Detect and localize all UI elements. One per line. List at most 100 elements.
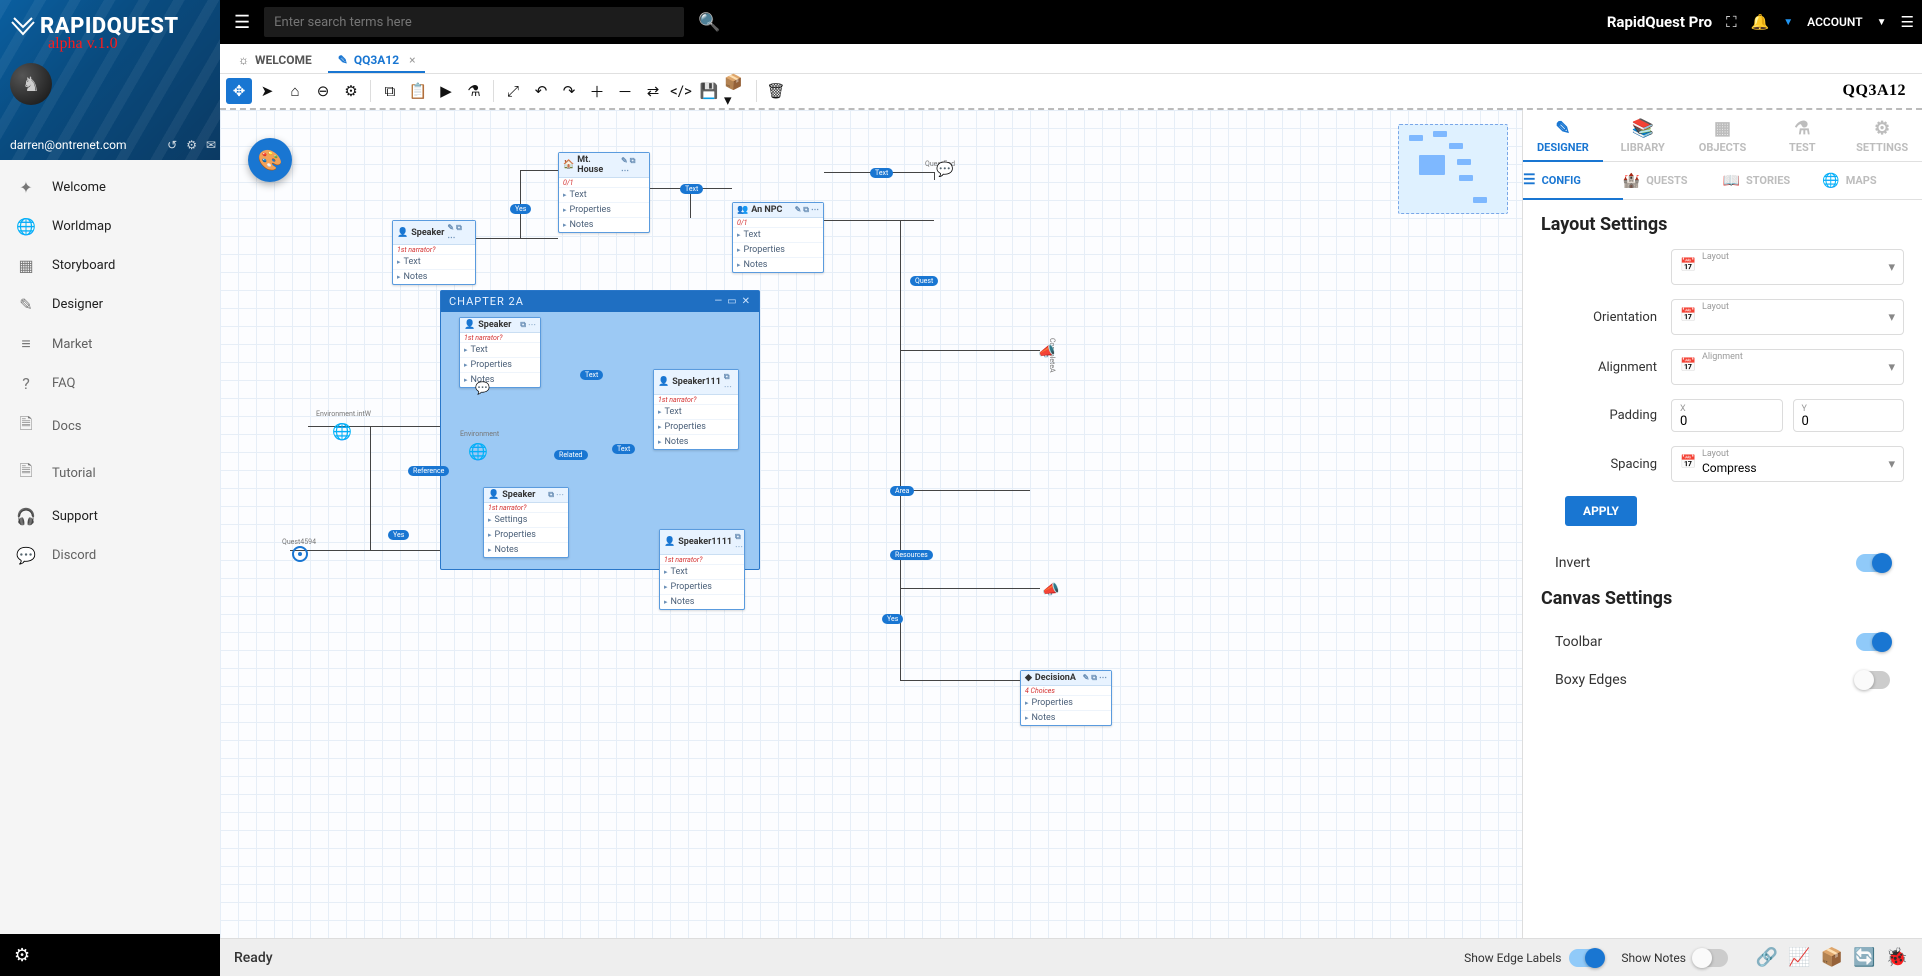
save-icon[interactable]: 💾	[696, 78, 722, 104]
orientation-select[interactable]: 📅 Layout ▾	[1671, 299, 1904, 335]
gear-icon[interactable]: ⚙	[338, 78, 364, 104]
avatar[interactable]: ♞	[10, 63, 52, 105]
sidebar-item-docs[interactable]: 🗎Docs	[0, 403, 220, 450]
panel-tab-settings[interactable]: ⚙SETTINGS	[1842, 110, 1922, 161]
fullscreen-icon[interactable]: ⛶	[1726, 13, 1737, 31]
speaker-end-icon[interactable]: 📣	[1042, 582, 1059, 598]
boxy-edges-switch[interactable]	[1856, 671, 1890, 689]
sidebar-item-discord[interactable]: 💬Discord	[0, 536, 220, 575]
minus-icon[interactable]: －	[612, 78, 638, 104]
canvas-node[interactable]: 👤 Speaker⧉ ⋯ 1st narrator? Text Properti…	[459, 317, 541, 388]
refresh-icon[interactable]: 🔄	[1853, 947, 1875, 968]
search-icon[interactable]: 🔍	[692, 8, 726, 37]
target-icon[interactable]	[292, 546, 308, 562]
canvas-node[interactable]: ◆ DecisionA✎ ⧉ ⋯ 4 Choices Properties No…	[1020, 670, 1112, 726]
toolbar-switch[interactable]	[1856, 633, 1890, 651]
sidebar-item-tutorial[interactable]: 🗎Tutorial	[0, 450, 220, 497]
invert-switch[interactable]	[1856, 554, 1890, 572]
sidebar-item-storyboard[interactable]: ▦Storyboard	[0, 246, 220, 285]
panel-subtab-maps[interactable]: 🌐MAPS	[1822, 162, 1922, 199]
spacing-select[interactable]: 📅 Layout Compress▾	[1671, 446, 1904, 482]
file-tab-qq3a12[interactable]: ✎QQ3A12×	[328, 47, 426, 73]
history-icon[interactable]: ↺	[167, 138, 177, 152]
file-tabs: ☼WELCOME✎QQ3A12×	[220, 44, 1922, 74]
close-icon[interactable]: ×	[409, 53, 415, 67]
home-icon[interactable]: ⌂	[282, 78, 308, 104]
sidebar-item-market[interactable]: ≡Market	[0, 324, 220, 364]
minimap[interactable]	[1398, 124, 1508, 214]
show-notes-switch[interactable]	[1694, 949, 1728, 967]
move-tool-icon[interactable]: ✥	[226, 78, 252, 104]
copy-icon[interactable]: ⧉	[377, 78, 403, 104]
more-menu-icon[interactable]: ☰	[1901, 13, 1914, 31]
settings-icon[interactable]: ⚙	[186, 138, 197, 152]
panel-subtab-config[interactable]: ☰CONFIG	[1523, 162, 1623, 200]
panel-tab-test[interactable]: ⚗TEST	[1762, 110, 1842, 161]
tutorial-icon: 🗎	[16, 460, 36, 487]
file-tab-welcome[interactable]: ☼WELCOME	[228, 47, 322, 73]
mail-icon[interactable]: ✉	[206, 138, 216, 152]
toolbar-label: Toolbar	[1555, 634, 1602, 650]
panel-tab-designer[interactable]: ✎DESIGNER	[1523, 110, 1603, 162]
canvas-node[interactable]: 👥 An NPC✎ ⧉ ⋯ 0/1 Text Properties Notes	[732, 202, 824, 273]
alignment-select[interactable]: 📅 Alignment ▾	[1671, 349, 1904, 385]
palette-fab-icon[interactable]: 🎨	[248, 138, 292, 182]
storyboard-icon: ▦	[16, 256, 36, 275]
bell-dropdown-icon[interactable]: ▼	[1783, 17, 1793, 28]
add-icon[interactable]: ＋	[584, 78, 610, 104]
account-label[interactable]: ACCOUNT	[1807, 15, 1862, 29]
undo-icon[interactable]: ↶	[528, 78, 554, 104]
sidebar-item-support[interactable]: 🎧Support	[0, 497, 220, 536]
sidebar-item-faq[interactable]: ?FAQ	[0, 364, 220, 403]
sidebar-footer: ⚙	[0, 934, 220, 976]
redo-icon[interactable]: ↷	[556, 78, 582, 104]
bug-icon[interactable]: 🐞	[1886, 947, 1908, 968]
search-input[interactable]	[274, 15, 674, 30]
pointer-tool-icon[interactable]: ➤	[254, 78, 280, 104]
play-icon[interactable]: ▶	[433, 78, 459, 104]
speaker-end-icon[interactable]: 📣	[1038, 344, 1055, 360]
settings-gear-icon[interactable]: ⚙	[14, 945, 30, 966]
canvas-node[interactable]: 👤 Speaker⧉ ⋯ 1st narrator? Settings Prop…	[483, 487, 569, 558]
sidebar-item-worldmap[interactable]: 🌐Worldmap	[0, 207, 220, 246]
test-tube-icon[interactable]: ⚗	[461, 78, 487, 104]
canvas-node[interactable]: 👤 Speaker111⧉ ⋯ 1st narrator? Text Prope…	[653, 369, 739, 450]
hamburger-icon[interactable]: ☰	[228, 8, 256, 37]
panel-tab-objects[interactable]: ▦OBJECTS	[1683, 110, 1763, 161]
boxy-edges-label: Boxy Edges	[1555, 672, 1627, 688]
account-dropdown-icon[interactable]: ▼	[1877, 17, 1887, 28]
canvas-node[interactable]: 👤 Speaker✎ ⧉ ⋯ 1st narrator? Text Notes	[392, 220, 476, 285]
globe-icon[interactable]: 🌐	[332, 422, 348, 438]
bell-icon[interactable]: 🔔	[1751, 13, 1770, 31]
package-icon[interactable]: 📦▾	[724, 78, 750, 104]
layout-settings-header: Layout Settings	[1541, 214, 1904, 235]
search-box[interactable]	[264, 7, 684, 37]
paste-icon[interactable]: 📋	[405, 78, 431, 104]
sidebar-item-label: Support	[52, 509, 98, 524]
sidebar-item-designer[interactable]: ✎Designer	[0, 285, 220, 324]
chart-icon[interactable]: 📈	[1788, 947, 1810, 968]
cube-icon[interactable]: 📦	[1821, 947, 1843, 968]
canvas-node[interactable]: 🏠 Mt. House✎ ⧉ ⋯ 0/1 Text Properties Not…	[558, 152, 650, 233]
flag-end-icon[interactable]: 💬	[936, 162, 953, 178]
code-icon[interactable]: </>	[668, 78, 694, 104]
padding-x-input[interactable]: X	[1671, 399, 1783, 432]
swap-icon[interactable]: ⇄	[640, 78, 666, 104]
trash-icon[interactable]: 🗑	[763, 78, 789, 104]
designer-canvas[interactable]: 🎨 👤 Speaker✎ ⧉ ⋯ 1st narrator? Text Note…	[220, 110, 1522, 938]
faq-icon: ?	[16, 374, 36, 393]
panel-tab-library[interactable]: 📚LIBRARY	[1603, 110, 1683, 161]
sidebar-item-welcome[interactable]: ✦Welcome	[0, 168, 220, 207]
status-bar: Ready Show Edge Labels Show Notes 🔗 📈 📦 …	[220, 938, 1922, 976]
panel-subtab-stories[interactable]: 📖STORIES	[1723, 162, 1823, 199]
expand-icon[interactable]: ⤢	[500, 78, 526, 104]
hierarchy-icon[interactable]: 🔗	[1756, 947, 1778, 968]
padding-y-input[interactable]: Y	[1793, 399, 1905, 432]
globe-icon[interactable]: 🌐	[468, 442, 484, 458]
panel-subtab-quests[interactable]: 🏰QUESTS	[1623, 162, 1723, 199]
layout-select[interactable]: 📅 Layout ▾	[1671, 249, 1904, 285]
canvas-node[interactable]: 👤 Speaker1111⧉ ⋯ 1st narrator? Text Prop…	[659, 529, 745, 610]
apply-button[interactable]: APPLY	[1565, 496, 1637, 526]
show-edge-labels-switch[interactable]	[1569, 949, 1603, 967]
delete-icon[interactable]: ⊖	[310, 78, 336, 104]
